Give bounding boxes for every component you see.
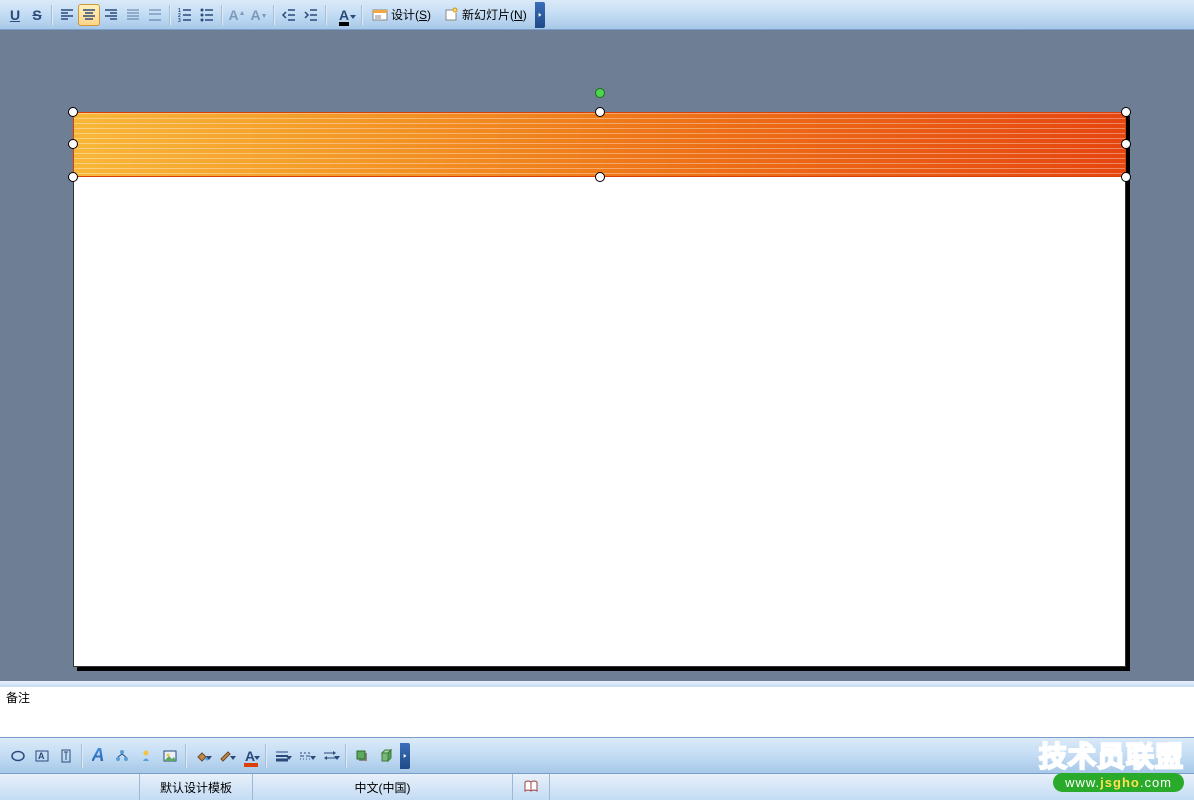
clipart-button[interactable] bbox=[134, 744, 158, 768]
new-slide-label: 新幻灯片(N) bbox=[462, 8, 527, 22]
dash-icon bbox=[298, 748, 314, 764]
notes-pane[interactable]: 备注 bbox=[0, 677, 1194, 737]
design-icon bbox=[372, 7, 388, 23]
resize-handle-ne[interactable] bbox=[1121, 107, 1131, 117]
distribute-button[interactable] bbox=[144, 4, 166, 26]
numbered-list-button[interactable]: 123 bbox=[174, 4, 196, 26]
bullet-list-button[interactable] bbox=[196, 4, 218, 26]
resize-handle-nw[interactable] bbox=[68, 107, 78, 117]
vertical-text-button[interactable] bbox=[54, 744, 78, 768]
separator bbox=[361, 5, 363, 25]
separator bbox=[265, 744, 267, 768]
slide-workspace bbox=[0, 30, 1194, 677]
design-button[interactable]: 设计(S) bbox=[366, 4, 437, 26]
insert-picture-button[interactable] bbox=[158, 744, 182, 768]
brush-icon bbox=[218, 748, 234, 764]
separator bbox=[51, 5, 53, 25]
resize-handle-se[interactable] bbox=[1121, 172, 1131, 182]
separator bbox=[169, 5, 171, 25]
increase-font-button[interactable]: A▲ bbox=[226, 4, 248, 26]
clipart-icon bbox=[138, 748, 154, 764]
align-center-button[interactable] bbox=[78, 4, 100, 26]
bucket-icon bbox=[194, 748, 210, 764]
shadow-button[interactable] bbox=[350, 744, 374, 768]
strikethrough-button[interactable]: S bbox=[26, 4, 48, 26]
decrease-indent-button[interactable] bbox=[278, 4, 300, 26]
drawing-toolbar: A A A bbox=[0, 737, 1194, 773]
align-left-button[interactable] bbox=[56, 4, 78, 26]
textbox-icon: A bbox=[34, 748, 50, 764]
arrow-style-button[interactable] bbox=[318, 744, 342, 768]
underline-button[interactable]: U bbox=[4, 4, 26, 26]
font-color-button[interactable]: A bbox=[238, 744, 262, 768]
status-bar: 默认设计模板 中文(中国) bbox=[0, 773, 1194, 800]
book-icon bbox=[523, 779, 539, 795]
line-weight-button[interactable] bbox=[270, 744, 294, 768]
cube-icon bbox=[378, 748, 394, 764]
resize-handle-n[interactable] bbox=[595, 107, 605, 117]
new-slide-icon bbox=[443, 7, 459, 23]
formatting-toolbar: U S 123 A▲ A▼ A bbox=[0, 0, 1194, 30]
vertical-text-icon bbox=[58, 748, 74, 764]
resize-handle-w[interactable] bbox=[68, 139, 78, 149]
separator bbox=[325, 5, 327, 25]
dash-style-button[interactable] bbox=[294, 744, 318, 768]
status-spellcheck-cell[interactable] bbox=[513, 774, 550, 800]
svg-text:3: 3 bbox=[178, 18, 181, 23]
diagram-button[interactable] bbox=[110, 744, 134, 768]
font-color-button[interactable]: A bbox=[330, 4, 358, 26]
separator bbox=[345, 744, 347, 768]
decrease-font-button[interactable]: A▼ bbox=[248, 4, 270, 26]
oval-icon bbox=[10, 748, 26, 764]
notes-placeholder[interactable]: 备注 bbox=[0, 687, 1194, 708]
toolbar-options-button[interactable] bbox=[535, 2, 545, 28]
resize-handle-e[interactable] bbox=[1121, 139, 1131, 149]
picture-icon bbox=[162, 748, 178, 764]
fill-color-button[interactable] bbox=[190, 744, 214, 768]
justify-button[interactable] bbox=[122, 4, 144, 26]
status-template-cell: 默认设计模板 bbox=[140, 774, 253, 800]
diagram-icon bbox=[114, 748, 130, 764]
selected-shape[interactable] bbox=[73, 112, 1126, 177]
align-right-button[interactable] bbox=[100, 4, 122, 26]
line-color-button[interactable] bbox=[214, 744, 238, 768]
increase-indent-button[interactable] bbox=[300, 4, 322, 26]
resize-handle-s[interactable] bbox=[595, 172, 605, 182]
new-slide-button[interactable]: 新幻灯片(N) bbox=[437, 4, 533, 26]
3d-button[interactable] bbox=[374, 744, 398, 768]
toolbar-options-button[interactable] bbox=[400, 743, 410, 769]
separator bbox=[273, 5, 275, 25]
slide-container[interactable] bbox=[73, 112, 1126, 667]
separator bbox=[221, 5, 223, 25]
wordart-button[interactable]: A bbox=[86, 744, 110, 768]
arrows-icon bbox=[322, 748, 338, 764]
line-weight-icon bbox=[274, 748, 290, 764]
text-box-button[interactable]: A bbox=[30, 744, 54, 768]
shadow-icon bbox=[354, 748, 370, 764]
status-slide-cell bbox=[0, 774, 140, 800]
separator bbox=[81, 744, 83, 768]
resize-handle-sw[interactable] bbox=[68, 172, 78, 182]
rotation-handle[interactable] bbox=[595, 88, 605, 98]
slide[interactable] bbox=[73, 112, 1126, 667]
oval-tool-button[interactable] bbox=[6, 744, 30, 768]
status-language-cell: 中文(中国) bbox=[253, 774, 513, 800]
separator bbox=[185, 744, 187, 768]
svg-text:A: A bbox=[38, 751, 45, 761]
design-label: 设计(S) bbox=[391, 8, 431, 22]
